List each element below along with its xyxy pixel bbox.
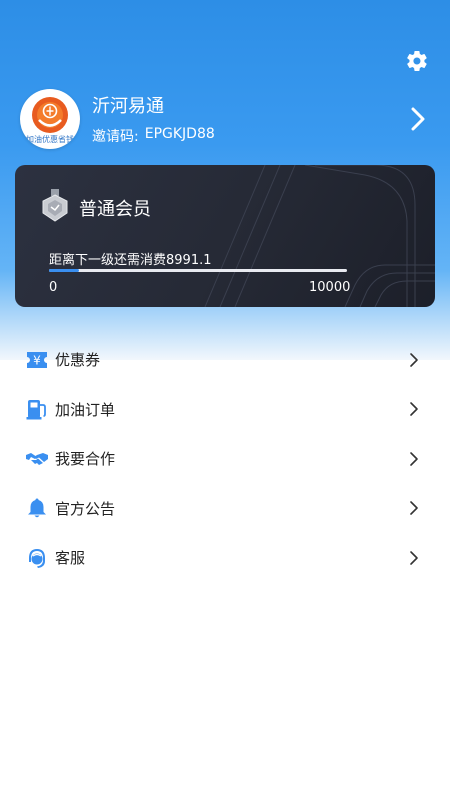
svg-text:¥: ¥: [33, 353, 41, 367]
profile-info: 沂河易通 邀请码: EPGKJD88: [92, 92, 406, 146]
chevron-right-icon: [408, 450, 420, 468]
progress-max-label: 10000: [309, 280, 351, 295]
profile-arrow-button[interactable]: [406, 104, 430, 134]
menu-item-label: 客服: [55, 549, 86, 568]
member-level: 普通会员: [79, 199, 151, 220]
gear-icon: [407, 51, 427, 72]
chevron-right-icon: [408, 400, 420, 418]
chevron-right-icon: [408, 549, 420, 567]
menu-item-label: 官方公告: [55, 499, 116, 518]
menu-item-announcements[interactable]: 官方公告: [0, 484, 450, 534]
menu-item-fuel-orders[interactable]: 加油订单: [0, 385, 450, 435]
bell-icon: [26, 497, 48, 519]
invite-code: EPGKJD88: [144, 126, 215, 142]
chevron-right-icon: [411, 107, 425, 131]
handshake-icon: [26, 448, 48, 470]
progress-bar-fill: [49, 269, 79, 272]
menu-item-label: 加油订单: [55, 400, 116, 419]
avatar: 加油优惠省钱: [20, 89, 80, 149]
progress-min-label: 0: [49, 280, 58, 295]
customer-service-icon: [26, 547, 48, 569]
progress-bar: [49, 269, 347, 272]
invite-label: 邀请码:: [92, 129, 139, 145]
invite-code-row: 邀请码: EPGKJD88: [92, 126, 406, 146]
menu-item-label: 我要合作: [55, 450, 116, 469]
menu-item-customer-service[interactable]: 客服: [0, 533, 450, 583]
member-badge-icon: [42, 189, 68, 222]
menu-list: ¥ 优惠券 加油订单 我要合作 官方公告 客服: [0, 335, 450, 583]
menu-item-cooperation[interactable]: 我要合作: [0, 434, 450, 484]
coupon-icon: ¥: [26, 349, 48, 371]
membership-card[interactable]: 普通会员 距离下一级还需消费8991.1 0 10000: [15, 165, 435, 307]
avatar-caption: 加油优惠省钱: [26, 135, 74, 144]
progress-text: 距离下一级还需消费8991.1: [49, 253, 212, 268]
profile-row[interactable]: 加油优惠省钱 沂河易通 邀请码: EPGKJD88: [20, 86, 430, 152]
menu-item-coupons[interactable]: ¥ 优惠券: [0, 335, 450, 385]
fuel-pump-icon: [26, 398, 48, 420]
settings-button[interactable]: [404, 48, 430, 74]
menu-item-label: 优惠券: [55, 351, 101, 370]
card-decoration: [204, 165, 435, 307]
chevron-right-icon: [408, 499, 420, 517]
user-name: 沂河易通: [92, 96, 164, 117]
chevron-right-icon: [408, 351, 420, 369]
